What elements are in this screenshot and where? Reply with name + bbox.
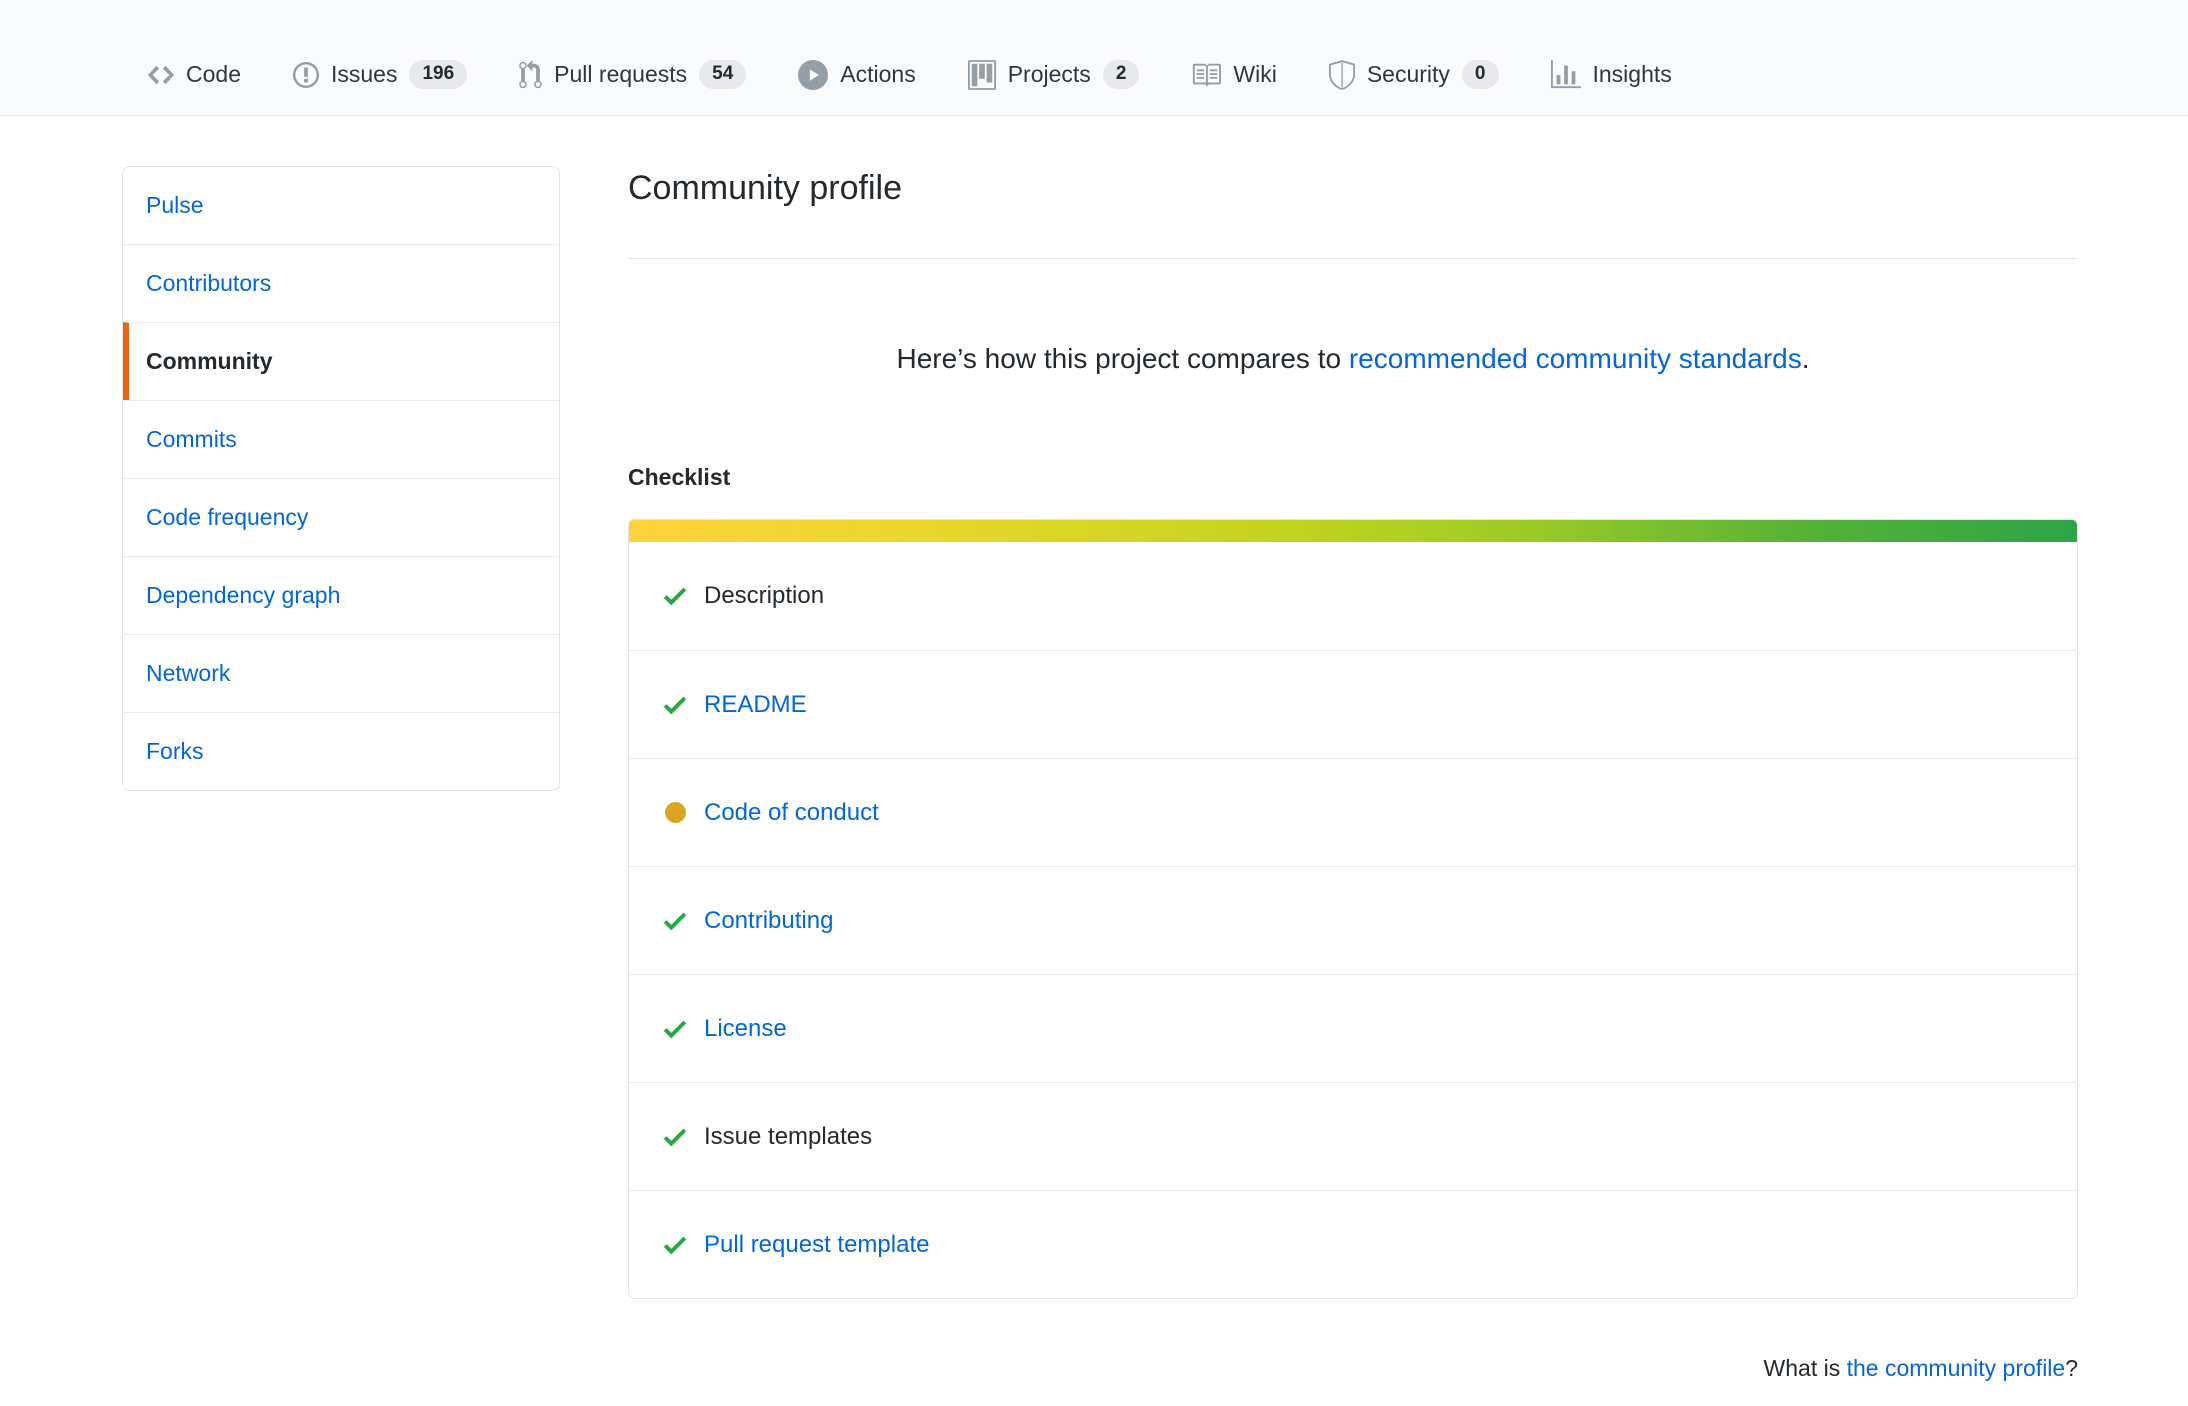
insights-sidenav: Pulse Contributors Community Commits Cod… — [122, 166, 560, 791]
sidebar-item-network[interactable]: Network — [123, 634, 559, 712]
footer-suffix: ? — [2065, 1355, 2078, 1381]
check-icon — [660, 1014, 690, 1044]
nav-tab-label: Wiki — [1233, 61, 1277, 87]
nav-tab-pull-requests[interactable]: Pull requests 54 — [519, 59, 747, 90]
intro-suffix: . — [1801, 343, 1810, 374]
code-of-conduct-link[interactable]: Code of conduct — [704, 799, 879, 827]
repo-nav: Code Issues 196 Pull requests 54 Actions… — [0, 0, 2188, 116]
graph-icon — [1550, 59, 1581, 90]
nav-tab-label: Actions — [840, 61, 916, 87]
pull-request-template-link[interactable]: Pull request template — [704, 1231, 929, 1259]
sidebar-item-forks[interactable]: Forks — [123, 712, 559, 790]
insights-layout: Pulse Contributors Community Commits Cod… — [0, 116, 2188, 1406]
checklist-row-readme: README — [629, 650, 2077, 758]
readme-link[interactable]: README — [704, 691, 807, 719]
sidebar-item-contributors[interactable]: Contributors — [123, 244, 559, 322]
community-health-progress-bar — [629, 520, 2077, 542]
play-icon — [798, 59, 829, 90]
nav-tab-security[interactable]: Security 0 — [1328, 59, 1499, 90]
footer-prefix: What is — [1763, 1355, 1847, 1381]
nav-tab-insights[interactable]: Insights — [1550, 59, 1672, 90]
projects-count-badge: 2 — [1102, 59, 1140, 90]
check-icon — [660, 581, 690, 611]
nav-tab-label: Security — [1366, 61, 1450, 87]
git-pull-request-icon — [519, 59, 542, 90]
license-link[interactable]: License — [704, 1015, 787, 1043]
checklist-row-contributing: Contributing — [629, 866, 2077, 974]
community-profile-help-link[interactable]: the community profile — [1847, 1355, 2066, 1381]
checklist-item-label: Issue templates — [704, 1122, 873, 1150]
sidebar-item-community[interactable]: Community — [123, 322, 559, 400]
issues-count-badge: 196 — [409, 59, 468, 90]
sidebar-item-commits[interactable]: Commits — [123, 400, 559, 478]
pending-dot-icon — [660, 798, 690, 828]
issue-opened-icon — [292, 60, 319, 90]
pull-requests-count-badge: 54 — [699, 59, 747, 90]
checklist-item-label: Description — [704, 582, 825, 609]
sidebar-item-pulse[interactable]: Pulse — [123, 167, 559, 244]
nav-tab-label: Pull requests — [554, 61, 688, 87]
recommended-standards-link[interactable]: recommended community standards — [1349, 343, 1802, 374]
check-icon — [660, 1230, 690, 1260]
sidebar-item-code-frequency[interactable]: Code frequency — [123, 478, 559, 556]
nav-tab-label: Projects — [1007, 61, 1091, 87]
nav-tab-label: Insights — [1592, 61, 1672, 87]
nav-tab-issues[interactable]: Issues 196 — [292, 59, 468, 90]
book-icon — [1191, 60, 1222, 90]
intro-sentence: Here’s how this project compares to reco… — [628, 339, 2078, 379]
footer-note: What is the community profile? — [628, 1353, 2078, 1383]
nav-tab-actions[interactable]: Actions — [798, 59, 916, 90]
checklist-row-issue-templates: Issue templates — [629, 1082, 2077, 1190]
nav-tab-projects[interactable]: Projects 2 — [967, 59, 1140, 90]
project-icon — [967, 59, 996, 90]
checklist-row-code-of-conduct: Code of conduct — [629, 758, 2077, 866]
check-icon — [660, 906, 690, 936]
nav-tab-wiki[interactable]: Wiki — [1191, 60, 1277, 90]
page-title: Community profile — [628, 169, 902, 207]
check-icon — [660, 1122, 690, 1152]
community-profile-main: Community profile Here’s how this projec… — [628, 166, 2078, 1406]
checklist-title: Checklist — [628, 464, 731, 490]
intro-prefix: Here’s how this project compares to — [896, 343, 1349, 374]
checklist-card: Description README Code of conduct Contr… — [628, 519, 2078, 1299]
code-icon — [148, 60, 174, 90]
nav-tab-label: Code — [186, 61, 241, 87]
checklist-row-description: Description — [629, 542, 2077, 650]
title-divider — [628, 258, 2078, 259]
check-icon — [660, 690, 690, 720]
checklist-row-license: License — [629, 974, 2077, 1082]
contributing-link[interactable]: Contributing — [704, 907, 833, 935]
sidebar-item-dependency-graph[interactable]: Dependency graph — [123, 556, 559, 634]
checklist-row-pull-request-template: Pull request template — [629, 1190, 2077, 1298]
security-count-badge: 0 — [1461, 59, 1499, 90]
shield-icon — [1328, 59, 1355, 90]
nav-tab-label: Issues — [330, 61, 398, 87]
nav-tab-code[interactable]: Code — [148, 60, 241, 90]
